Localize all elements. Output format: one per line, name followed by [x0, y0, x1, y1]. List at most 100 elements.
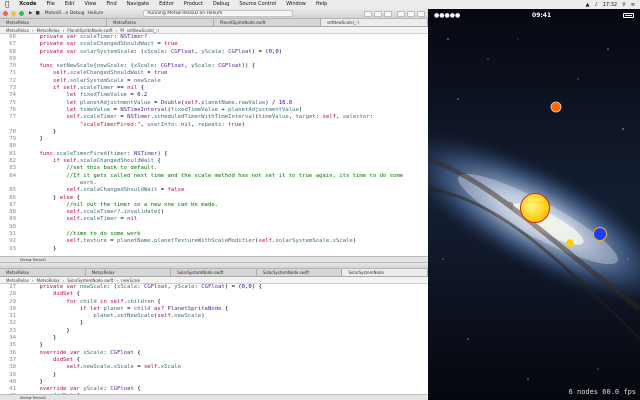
code-line[interactable]: 83 //set this back to default. [0, 165, 428, 173]
code-text[interactable]: } [20, 320, 83, 327]
menu-file[interactable]: File [41, 0, 59, 9]
line-number[interactable]: 82 [0, 158, 20, 166]
code-text[interactable]: } else { [20, 195, 80, 202]
code-text[interactable]: private var solarSystemScale: (xScale: C… [20, 49, 282, 56]
code-line[interactable]: 27 private var newScale: (xScale: CGFloa… [0, 284, 428, 292]
code-text[interactable]: let planetAdjustmentValue = Double(self.… [20, 100, 292, 107]
debug-toggle-button[interactable] [407, 10, 415, 17]
editor-standard-button[interactable] [364, 10, 372, 17]
code-text[interactable]: planet.setNewScale(self.newScale) [20, 313, 204, 320]
code-text[interactable]: override var xScale: CGFloat { [20, 350, 140, 357]
code-text[interactable]: } [20, 379, 42, 386]
code-text[interactable]: //time to do some work [20, 231, 140, 238]
menu-window[interactable]: Window [281, 0, 311, 9]
code-line[interactable]: 37 didSet { [0, 356, 428, 365]
code-text[interactable]: } [20, 246, 56, 253]
code-editor-planet[interactable]: 66 private var scaleTimer: NSTimer? 67 pr… [0, 34, 428, 253]
code-line[interactable]: 79 } [0, 136, 428, 144]
line-number[interactable]: 93 [0, 245, 20, 253]
code-text[interactable]: let fixedTimeValue = 0.2 [20, 92, 147, 99]
code-text[interactable]: work. [20, 180, 97, 187]
line-number[interactable]: 71 [0, 70, 20, 78]
editor-version-button[interactable] [384, 10, 392, 17]
menu-product[interactable]: Product [179, 0, 208, 9]
sun-node[interactable] [520, 193, 550, 223]
code-text[interactable]: if self.scaleTimer == nil { [20, 85, 144, 92]
code-line[interactable]: 66 private var scaleTimer: NSTimer? [0, 34, 428, 42]
scheme-selector[interactable]: MetsoR...e Debug [45, 11, 85, 16]
menu-editor[interactable]: Editor [154, 0, 179, 9]
code-text[interactable]: } [20, 328, 69, 335]
code-line[interactable]: 41 override var yScale: CGFloat { [0, 386, 428, 394]
line-number[interactable]: 67 [0, 41, 20, 49]
tab-planet-sprite-node[interactable]: PlanetSpriteNode.swift [214, 19, 321, 26]
line-number[interactable]: 75 [0, 99, 20, 107]
code-line[interactable]: 84 //If it gets called next time and the… [0, 172, 428, 180]
line-number[interactable]: 41 [0, 386, 20, 394]
code-line[interactable]: 31 planet.setNewScale(self.newScale) [0, 313, 428, 321]
editor-assistant-button[interactable] [374, 10, 382, 17]
line-number[interactable]: 66 [0, 34, 20, 42]
code-text[interactable]: for child in self.children { [20, 299, 160, 306]
code-text[interactable]: //If it gets called next time and the sc… [20, 173, 403, 180]
line-number[interactable]: 78 [0, 128, 20, 137]
line-number[interactable]: 29 [0, 298, 20, 306]
code-line[interactable]: 76 let timeValue = NSTimeInterval(fixedT… [0, 106, 428, 115]
code-line[interactable]: "scaleTimerFired:", userInfo: nil, repea… [0, 121, 428, 129]
line-number[interactable]: 79 [0, 136, 20, 144]
code-text[interactable]: } [20, 129, 56, 136]
code-text[interactable]: "scaleTimerFired:", userInfo: nil, repea… [20, 122, 245, 129]
code-line[interactable]: 70 func setNewScale(newScale: (xScale: C… [0, 63, 428, 71]
tab-solar-system-node-3[interactable]: SolarSystemNode [342, 269, 428, 276]
code-line[interactable]: 69 [0, 55, 428, 64]
tab-solar-system-node-2[interactable]: SolarSystemNode.swift [257, 269, 343, 276]
jump-item-project[interactable]: MetsoRelax [6, 28, 29, 33]
zoom-window-button[interactable] [19, 11, 24, 16]
code-line[interactable]: 80 [0, 143, 428, 151]
ios-simulator[interactable]: ●●●●● 09:41 6 nodes 60.0 fps [428, 9, 640, 400]
line-number[interactable]: 40 [0, 378, 20, 387]
code-text[interactable]: self.scaleChangedShouldWait = false [20, 187, 184, 194]
code-line[interactable]: 68 private var solarSystemScale: (xScale… [0, 48, 428, 56]
code-line[interactable]: 85 self.scaleChangedShouldWait = false [0, 187, 428, 195]
menu-view[interactable]: View [80, 0, 102, 9]
code-text[interactable]: let timeValue = NSTimeInterval(fixedTime… [20, 107, 302, 114]
line-number[interactable] [0, 179, 20, 188]
code-line[interactable]: work. [0, 179, 428, 188]
code-line[interactable]: 39 } [0, 371, 428, 379]
tab-metsorelax[interactable]: MetsoRelax [0, 19, 107, 26]
jump-item-group[interactable]: MetsoRelax [37, 28, 60, 33]
line-number[interactable]: 92 [0, 238, 20, 246]
jump-item-group[interactable]: MetsoRelax [37, 278, 60, 283]
code-line[interactable]: 81 func scaleTimerFired(timer: NSTimer) … [0, 150, 428, 159]
menu-navigate[interactable]: Navigate [122, 0, 154, 9]
jump-item-file[interactable]: SolarSystemNode.swift [67, 278, 113, 283]
code-line[interactable]: 28 didSet { [0, 291, 428, 299]
code-text[interactable]: } [20, 136, 42, 143]
menu-debug[interactable]: Debug [208, 0, 234, 9]
jump-item-property[interactable]: newScale [121, 278, 140, 283]
line-number[interactable]: 28 [0, 291, 20, 299]
line-number[interactable]: 90 [0, 223, 20, 232]
code-text[interactable]: //set this back to default. [20, 165, 157, 172]
line-number[interactable]: 68 [0, 48, 20, 56]
tab-solar-system-node[interactable]: SolarSystemNode.swift [171, 269, 257, 276]
line-number[interactable]: 86 [0, 194, 20, 202]
menu-find[interactable]: Find [101, 0, 121, 9]
code-text[interactable]: private var newScale: (xScale: CGFloat, … [20, 284, 261, 291]
line-number[interactable]: 34 [0, 335, 20, 343]
line-number[interactable]: 36 [0, 349, 20, 357]
code-line[interactable]: 90 [0, 223, 428, 232]
line-number[interactable]: 31 [0, 313, 20, 321]
volume-icon[interactable]: ♪ [595, 2, 598, 8]
code-text[interactable]: func scaleTimerFired(timer: NSTimer) { [20, 151, 167, 158]
code-line[interactable]: 32 } [0, 320, 428, 328]
line-number[interactable] [0, 121, 20, 129]
code-line[interactable]: 34 } [0, 335, 428, 343]
code-text[interactable]: self.texture = planetName.planetTextureW… [20, 238, 356, 245]
code-line[interactable]: 36 override var xScale: CGFloat { [0, 349, 428, 357]
tab-metsorelax[interactable]: MetsoRelax [0, 269, 86, 276]
code-text[interactable]: if let planet = child as? PlanetSpriteNo… [20, 306, 228, 313]
code-line[interactable]: 93 } [0, 245, 428, 253]
code-text[interactable]: override var yScale: CGFloat { [20, 386, 140, 393]
